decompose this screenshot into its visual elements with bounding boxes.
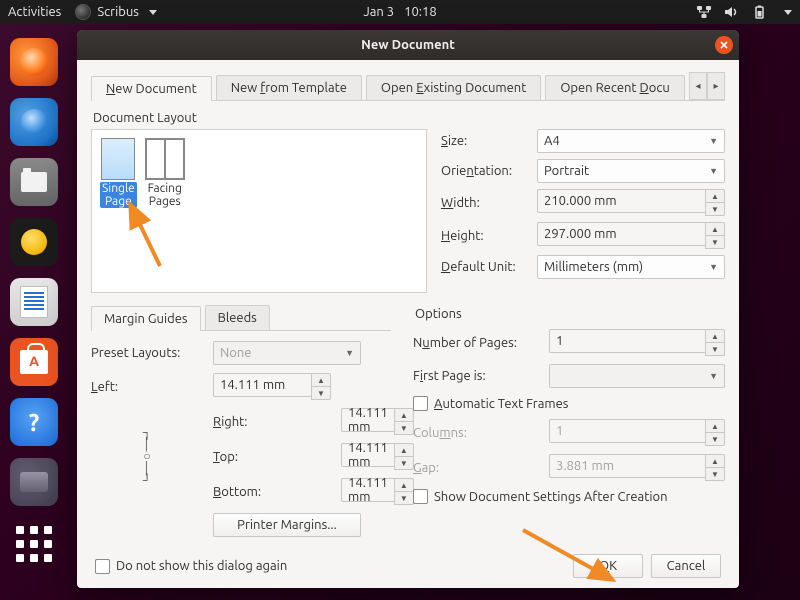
launcher-files[interactable] [10,158,58,206]
battery-icon[interactable] [752,5,768,19]
document-icon [20,286,48,318]
height-input[interactable]: 297.000 mm ▲▼ [537,222,725,249]
tab-open-recent[interactable]: Open Recent Docu [545,75,684,100]
size-select[interactable]: A4▼ [537,129,725,153]
tabs-scroll-left[interactable]: ◂ [689,72,707,100]
margin-bottom-input[interactable]: 14.111 mm▲▼ [341,478,361,505]
num-pages-input[interactable]: 1▲▼ [549,329,725,356]
show-settings-checkbox[interactable]: Show Document Settings After Creation [413,489,725,504]
scribus-icon [75,4,91,20]
chevron-down-icon [149,10,157,15]
network-icon[interactable] [696,5,712,19]
close-button[interactable] [715,36,733,54]
thunderbird-icon [21,109,47,135]
width-input[interactable]: 210.000 mm ▲▼ [537,189,725,216]
facing-pages-icon [145,138,185,180]
speaker-icon [21,229,47,255]
volume-icon[interactable] [724,5,740,19]
dialog-titlebar[interactable]: New Document [77,30,739,60]
margin-top-input[interactable]: 14.111 mm▲▼ [341,443,361,470]
launcher-software[interactable]: A [10,338,58,386]
tab-new-document[interactable]: New Document [91,76,212,101]
launcher-show-apps[interactable] [10,520,58,568]
question-icon: ? [29,409,40,436]
printer-margins-button[interactable]: Printer Margins... [213,513,361,537]
margin-tabs: Margin Guides Bleeds [91,305,391,331]
tabs-scroll-right[interactable]: ▸ [707,72,725,100]
margin-right-input[interactable]: 14.111 mm▲▼ [341,408,361,435]
firefox-icon [20,48,48,76]
orientation-select[interactable]: Portrait▼ [537,159,725,183]
gap-input: 3.881 mm▲▼ [549,454,725,481]
tab-new-from-template[interactable]: New from Template [216,75,362,100]
width-label: Width: [441,196,531,210]
dialog-footer: Do not show this dialog again OK Cancel [91,546,725,580]
num-pages-label: Number of Pages: [413,336,541,350]
margin-right-label: Right: [213,415,331,429]
activities-button[interactable]: Activities [8,5,61,19]
layout-item-facing-pages[interactable]: FacingPages [145,138,185,208]
time-label: 10:18 [404,5,437,19]
launcher-thunderbird[interactable] [10,98,58,146]
desktop: A ? New Document New Document New from T… [0,24,800,600]
tab-bleeds[interactable]: Bleeds [205,305,270,330]
dialog-title: New Document [361,38,455,52]
height-label: Height: [441,229,531,243]
shopping-bag-icon: A [20,350,48,374]
preset-layouts-label: Preset Layouts: [91,346,203,360]
launcher-help[interactable]: ? [10,398,58,446]
margin-left-label: Left: [91,380,203,394]
scribus-app-icon [20,472,48,492]
default-unit-label: Default Unit: [441,260,531,274]
close-icon [719,40,729,50]
columns-input: 1▲▼ [549,419,725,446]
options-label: Options [415,307,725,321]
size-label: Size: [441,134,531,148]
gap-label: Gap: [413,461,541,475]
launcher-dock: A ? [0,24,68,600]
layout-item-single-page[interactable]: SinglePage [100,138,137,208]
ok-button[interactable]: OK [573,554,643,578]
first-page-select: ▼ [549,364,725,388]
link-margins-icon[interactable]: ┐│○│┘ [91,408,203,505]
margin-top-label: Top: [213,450,331,464]
cancel-button[interactable]: Cancel [651,554,721,578]
orientation-label: Orientation: [441,164,531,178]
margin-left-input[interactable]: 14.111 mm▲▼ [213,373,331,400]
launcher-writer[interactable] [10,278,58,326]
layout-picker: SinglePage FacingPages [91,129,427,293]
new-document-dialog: New Document New Document New from Templ… [77,30,739,588]
dont-show-checkbox[interactable]: Do not show this dialog again [95,559,287,574]
app-menu[interactable]: Scribus [75,4,157,20]
launcher-rhythmbox[interactable] [10,218,58,266]
tab-open-existing[interactable]: Open Existing Document [366,75,541,100]
single-page-icon [101,138,135,180]
page-spec: Size: A4▼ Orientation: Portrait▼ Width: … [441,129,725,293]
system-menu-chevron-icon[interactable] [784,10,792,15]
auto-text-frames-checkbox[interactable]: Automatic Text Frames [413,396,725,411]
launcher-firefox[interactable] [10,38,58,86]
app-name-label: Scribus [97,5,139,19]
default-unit-select[interactable]: Millimeters (mm)▼ [537,255,725,279]
preset-layouts-select: None▼ [213,341,361,365]
tab-margin-guides[interactable]: Margin Guides [91,306,201,331]
date-label: Jan 3 [363,5,394,19]
launcher-scribus[interactable] [10,458,58,506]
document-tabs: New Document New from Template Open Exis… [91,70,725,101]
clock[interactable]: Jan 3 10:18 [363,5,436,19]
margin-bottom-label: Bottom: [213,485,331,499]
annotation-arrow-1 [120,196,180,276]
top-menubar: Activities Scribus Jan 3 10:18 [0,0,800,24]
document-layout-label: Document Layout [93,111,725,125]
columns-label: Columns: [413,426,541,440]
first-page-label: First Page is: [413,369,541,383]
folder-icon [21,172,47,192]
